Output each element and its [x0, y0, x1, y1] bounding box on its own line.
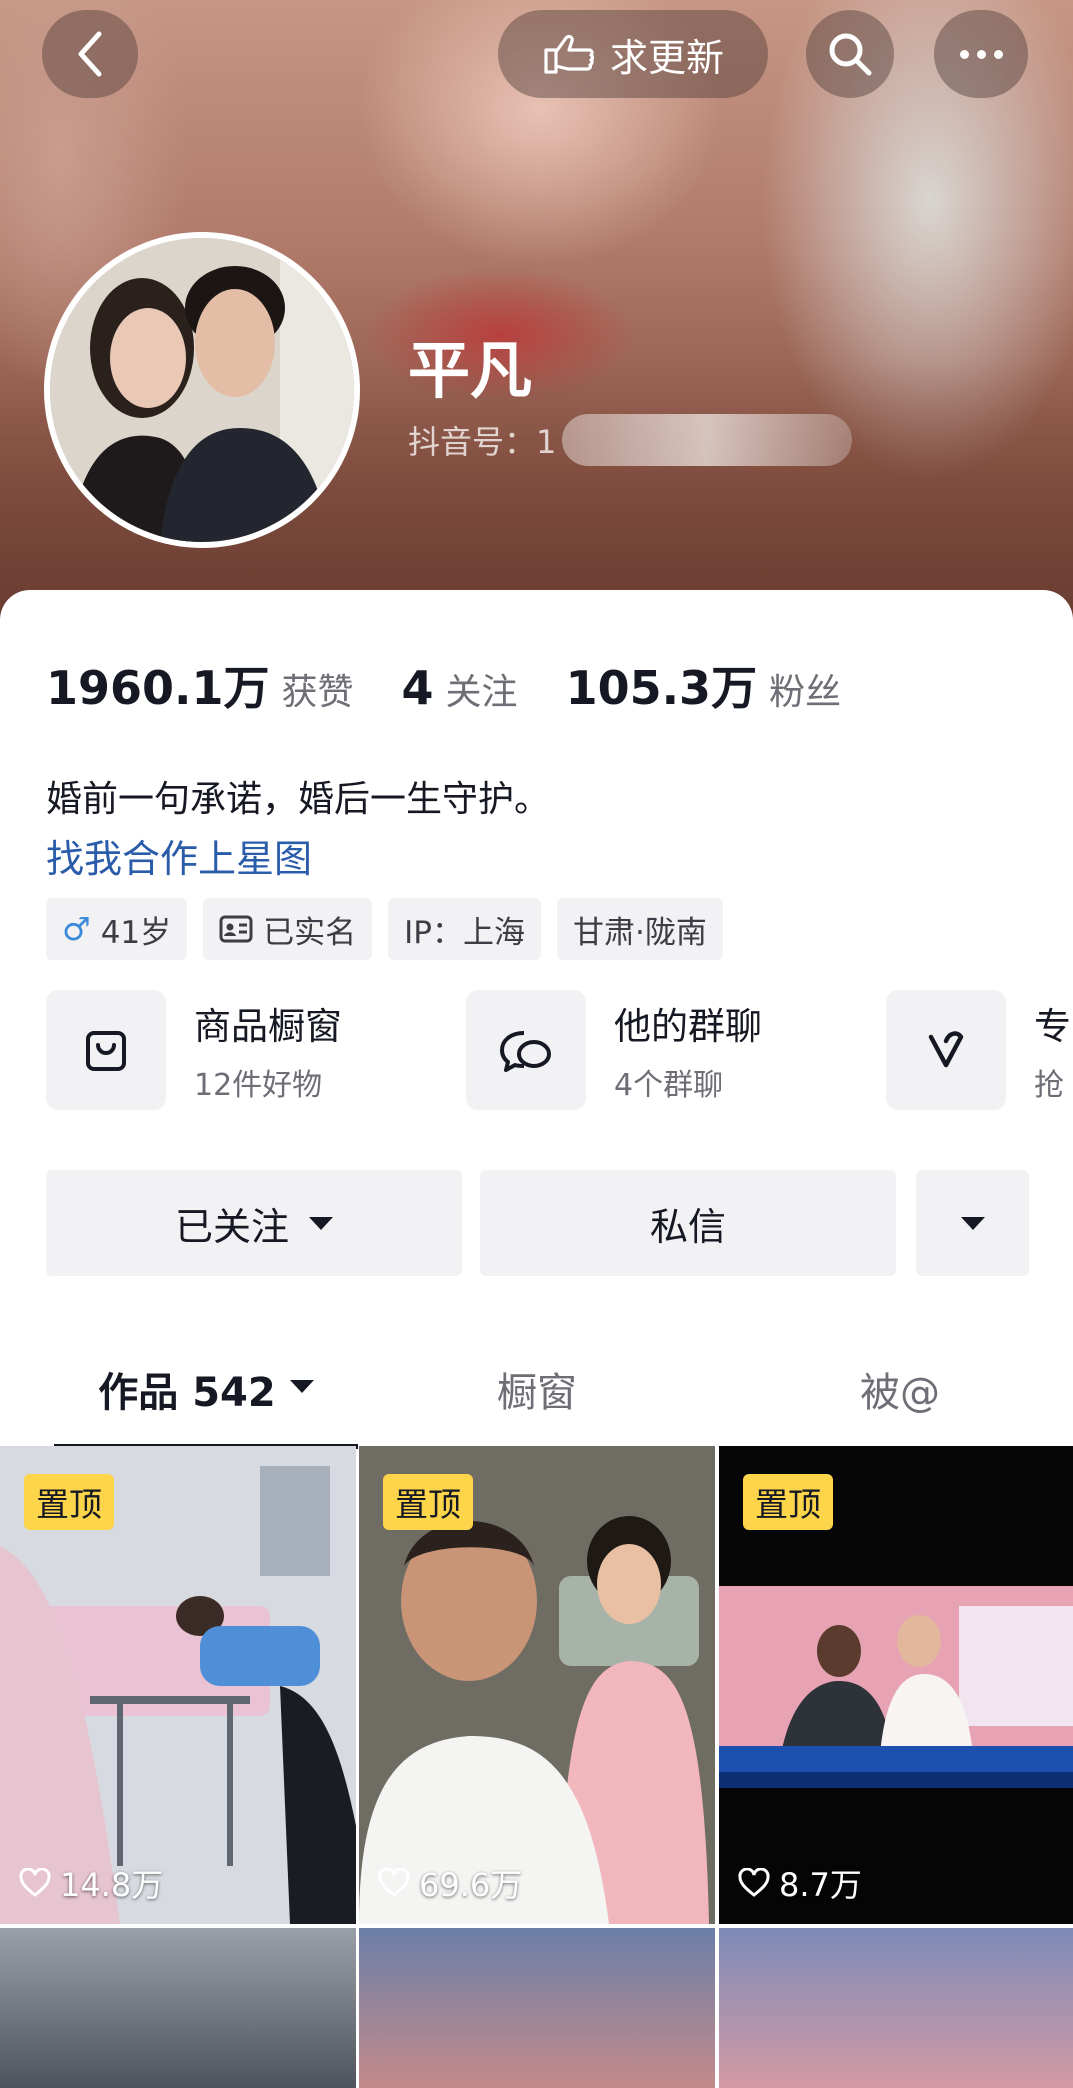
shop-window-title: 商品橱窗	[194, 1005, 342, 1048]
tab-mentioned-label: 被@	[860, 1370, 940, 1416]
bag-icon	[46, 990, 166, 1110]
heart-icon	[19, 1868, 51, 1897]
tab-works-label: 作品 542	[98, 1370, 276, 1416]
action-buttons: 已关注 私信	[46, 1170, 1029, 1276]
video-likes-count: 69.6万	[419, 1866, 523, 1904]
followed-label: 已关注	[174, 1204, 289, 1249]
profile-stats: 1960.1万 获赞 4 关注 105.3万 粉丝	[46, 652, 889, 718]
hand-point-icon	[544, 34, 595, 74]
special-sub: 抢	[1034, 1068, 1064, 1103]
verified-text: 已实名	[263, 914, 357, 951]
likes-label: 获赞	[281, 672, 354, 713]
heart-icon	[378, 1868, 410, 1897]
likes-count[interactable]: 1960.1万	[46, 652, 270, 718]
message-label: 私信	[649, 1204, 726, 1249]
request-update-label: 求更新	[609, 35, 724, 80]
video-thumbnail[interactable]: 置顶 14.8万	[0, 1446, 356, 1924]
heart-icon	[738, 1868, 770, 1897]
search-button[interactable]	[806, 10, 894, 98]
avatar-photo	[50, 238, 354, 542]
video-thumbnail[interactable]: 置顶 69.6万	[359, 1446, 715, 1924]
profile-tags: ♂ 41岁 已实名 IP：上海 甘肃·陇南	[46, 898, 723, 960]
caret-down-icon	[289, 1380, 314, 1393]
profile-tabs: 作品 542 橱窗 被@	[0, 1360, 1073, 1456]
special-title: 专	[1034, 1005, 1071, 1048]
bio-text: 婚前一句承诺，婚后一生守护。	[46, 779, 551, 820]
ip-text: IP：上海	[404, 914, 525, 951]
following-count[interactable]: 4	[402, 661, 434, 715]
verified-tag[interactable]: 已实名	[203, 898, 373, 960]
caret-down-icon	[960, 1216, 985, 1230]
tab-shop[interactable]: 橱窗	[402, 1360, 672, 1456]
more-button[interactable]	[934, 10, 1028, 98]
followers-label: 粉丝	[769, 672, 842, 713]
chat-bubbles-icon	[466, 990, 586, 1110]
video-likes-count: 8.7万	[779, 1866, 862, 1904]
more-actions-button[interactable]	[916, 1170, 1029, 1276]
caret-down-icon	[309, 1216, 333, 1230]
tab-mentioned[interactable]: 被@	[765, 1360, 1035, 1456]
request-update-button[interactable]: 求更新	[498, 10, 768, 98]
group-chat-sub: 4个群聊	[614, 1068, 724, 1103]
douyin-id-label: 抖音号：1	[408, 423, 557, 461]
followers-count[interactable]: 105.3万	[566, 652, 758, 718]
tab-shop-label: 橱窗	[497, 1370, 577, 1416]
group-chat-title: 他的群聊	[614, 1005, 762, 1048]
nickname: 平凡	[408, 334, 533, 407]
more-icon	[959, 49, 1003, 59]
video-likes: 8.7万	[737, 1860, 862, 1906]
male-icon: ♂	[62, 910, 91, 948]
pinned-badge: 置顶	[24, 1474, 114, 1530]
video-likes: 69.6万	[377, 1860, 522, 1906]
heart-v-icon	[886, 990, 1006, 1110]
pinned-badge: 置顶	[383, 1474, 473, 1530]
id-card-icon	[219, 915, 253, 943]
video-thumbnail[interactable]	[719, 1928, 1073, 2088]
cooperation-link[interactable]: 找我合作上星图	[46, 828, 312, 883]
special-entry[interactable]: 专 抢	[886, 990, 1071, 1110]
video-thumbnail[interactable]	[0, 1928, 356, 2088]
search-icon	[829, 33, 872, 76]
location-tag: 甘肃·陇南	[556, 898, 723, 960]
age-text: 41岁	[100, 914, 172, 951]
shop-window-entry[interactable]: 商品橱窗 12件好物	[46, 990, 342, 1110]
video-likes: 14.8万	[18, 1860, 163, 1906]
group-chat-entry[interactable]: 他的群聊 4个群聊	[466, 990, 762, 1110]
back-button[interactable]	[42, 10, 138, 98]
douyin-id[interactable]: 抖音号：1	[408, 414, 853, 466]
location-text: 甘肃·陇南	[572, 914, 707, 951]
ip-tag: IP：上海	[388, 898, 541, 960]
services-row: 商品橱窗 12件好物 他的群聊 4个群聊 专 抢	[46, 990, 1073, 1112]
shop-window-sub: 12件好物	[194, 1068, 323, 1103]
video-likes-count: 14.8万	[60, 1866, 164, 1904]
pinned-badge: 置顶	[743, 1474, 833, 1530]
video-thumbnail[interactable]: 置顶 8.7万	[719, 1446, 1073, 1924]
douyin-id-blur	[562, 414, 853, 466]
following-label: 关注	[445, 672, 518, 713]
video-thumbnail[interactable]	[359, 1928, 715, 2088]
avatar[interactable]	[44, 232, 360, 548]
chevron-left-icon	[78, 31, 102, 77]
gender-age-tag: ♂ 41岁	[46, 898, 188, 960]
tab-works[interactable]: 作品 542	[54, 1360, 358, 1456]
followed-button[interactable]: 已关注	[46, 1170, 462, 1276]
message-button[interactable]: 私信	[480, 1170, 896, 1276]
